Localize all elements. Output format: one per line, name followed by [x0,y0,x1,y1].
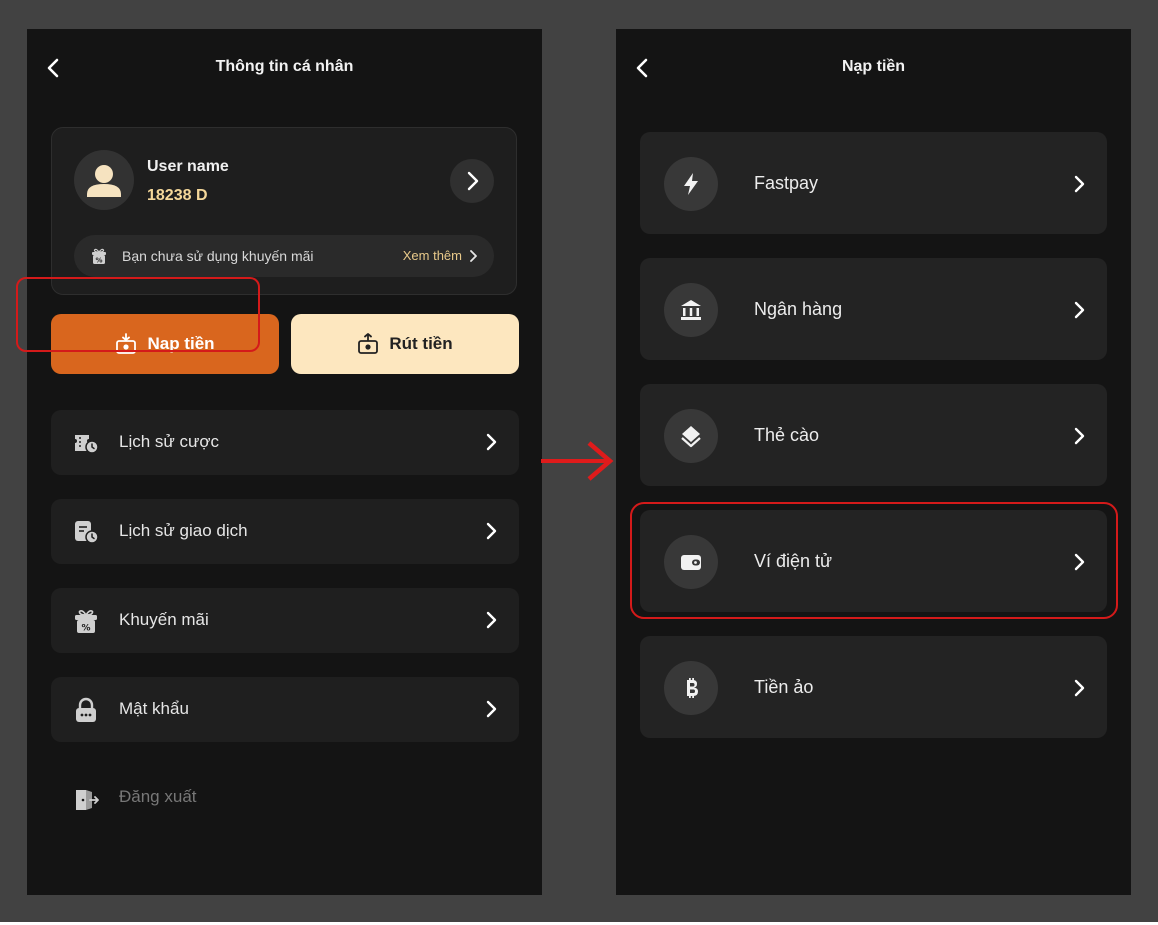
menu-item-label: Lịch sử cược [119,432,220,451]
chevron-right-icon [486,700,497,718]
gift-percent-icon: % [75,609,97,634]
balance-value: 18238 D [147,187,208,204]
see-more-link[interactable]: Xem thêm [403,248,462,263]
bank-icon [681,300,701,320]
presentation-frame: Thông tin cá nhân User name 18238 D % Bạ… [0,0,1158,922]
chevron-right-icon [486,522,497,540]
card-stack-icon [681,426,701,448]
page-title: Thông tin cá nhân [215,58,354,75]
withdraw-label: Rút tiền [389,334,453,353]
method-bank[interactable]: Ngân hàng [640,258,1107,360]
method-label: Thẻ cào [754,425,820,445]
avatar[interactable] [74,150,134,210]
profile-screen: Thông tin cá nhân User name 18238 D % Bạ… [27,29,542,895]
chevron-right-icon [486,611,497,629]
lightning-icon [684,173,698,195]
menu-item-label: Lịch sử giao dịch [119,521,248,540]
menu-item-promotions[interactable]: % Khuyến mãi [51,588,519,653]
chevron-right-icon [1074,175,1085,193]
chevron-right-icon [467,171,479,191]
deposit-highlight-box [16,277,260,352]
svg-text:%: % [81,624,90,634]
profile-card: User name 18238 D % Bạn chưa sử dụng khu… [51,127,517,295]
lock-icon [76,697,96,722]
method-label: Ngân hàng [754,299,843,319]
method-label: Fastpay [754,173,819,193]
user-icon [87,165,121,197]
method-icon-wrap [664,283,718,337]
method-scratch-card[interactable]: Thẻ cào [640,384,1107,486]
menu-item-bet-history[interactable]: Lịch sử cược [51,410,519,475]
menu-item-label: Mật khẩu [119,699,189,718]
method-crypto[interactable]: Tiền ảo [640,636,1107,738]
gift-percent-icon: % [92,248,106,265]
ticket-clock-icon [75,435,99,454]
bitcoin-icon [687,678,698,698]
money-out-icon [358,333,379,354]
method-icon-wrap [664,157,718,211]
chevron-right-icon [486,433,497,451]
method-fastpay[interactable]: Fastpay [640,132,1107,234]
chevron-right-icon [1074,301,1085,319]
deposit-screen: Nạp tiền Fastpay Ngân hàng Thẻ cào Ví đi… [616,29,1131,895]
menu-item-password[interactable]: Mật khẩu [51,677,519,742]
method-icon-wrap [664,409,718,463]
arrow-right-icon [541,441,614,481]
menu-item-label: Khuyến mãi [119,610,209,629]
profile-detail-button[interactable] [450,159,494,203]
page-title: Nạp tiền [841,58,906,75]
logout-button[interactable]: Đăng xuất [51,767,519,827]
menu-item-transaction-history[interactable]: Lịch sử giao dịch [51,499,519,564]
method-label: Tiền ảo [754,677,814,697]
receipt-clock-icon [75,521,99,544]
promo-banner[interactable]: % Bạn chưa sử dụng khuyến mãi Xem thêm [74,235,494,277]
chevron-right-icon [470,250,477,262]
chevron-right-icon [1074,427,1085,445]
svg-text:%: % [95,257,102,265]
promo-text: Bạn chưa sử dụng khuyến mãi [122,248,314,264]
chevron-right-icon [1074,679,1085,697]
withdraw-button[interactable]: Rút tiền [291,314,519,374]
logout-label: Đăng xuất [119,787,197,806]
username-label: User name [147,158,229,175]
method-icon-wrap [664,661,718,715]
e-wallet-highlight-box [630,502,1118,619]
logout-icon [76,790,99,810]
